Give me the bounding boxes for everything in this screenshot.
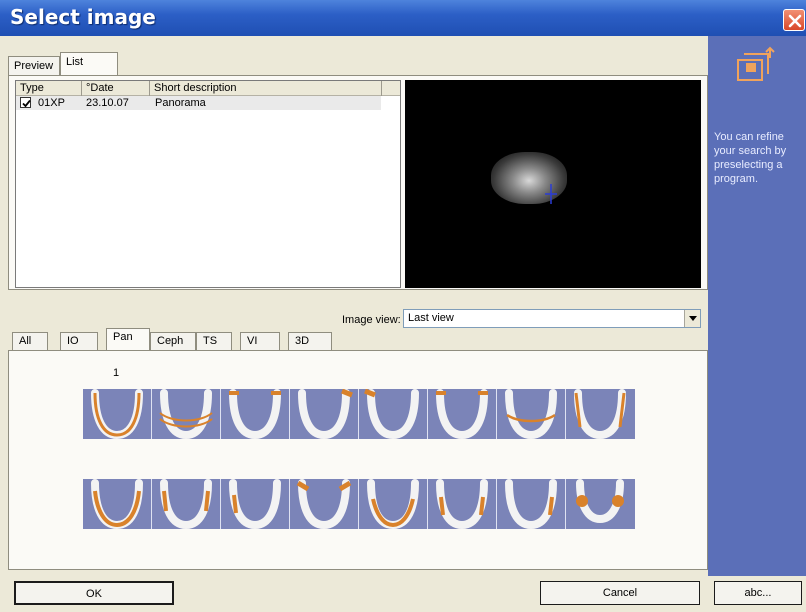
jaw-program-icon [91, 389, 143, 439]
tab-ceph[interactable]: Ceph [150, 332, 196, 350]
program-row-2 [83, 479, 635, 529]
jaw-program-icon [505, 479, 557, 529]
program-thumbnail[interactable] [359, 479, 428, 529]
image-view-value: Last view [408, 312, 454, 324]
cancel-button[interactable]: Cancel [540, 581, 700, 605]
program-thumbnail[interactable] [566, 389, 635, 439]
program-thumbnail[interactable] [566, 479, 635, 529]
close-icon [788, 14, 802, 28]
program-thumbnail[interactable] [290, 479, 359, 529]
image-list[interactable]: Type °Date Short description 01XP 23.10.… [15, 80, 401, 288]
column-type[interactable]: Type [16, 81, 82, 96]
program-panel: 1 [8, 350, 708, 570]
image-view-select[interactable]: Last view [403, 309, 701, 328]
jaw-program-icon [436, 389, 488, 439]
program-thumbnail[interactable] [290, 389, 359, 439]
check-icon [22, 99, 31, 108]
side-hint-text: You can refine your search by preselecti… [714, 131, 787, 185]
tab-io-label: IO [67, 335, 79, 347]
program-thumbnail[interactable] [152, 389, 221, 439]
program-thumbnail[interactable] [428, 389, 497, 439]
image-preview [405, 80, 701, 288]
crosshair-marker [545, 184, 557, 204]
list-header: Type °Date Short description [16, 81, 400, 96]
program-thumbnail[interactable] [83, 479, 152, 529]
jaw-program-icon [296, 479, 352, 529]
list-panel: Type °Date Short description 01XP 23.10.… [8, 75, 708, 290]
jaw-program-icon [159, 389, 213, 439]
button-bar: OK Cancel abc... [0, 576, 806, 612]
view-tabs: Preview List [8, 52, 128, 76]
tab-3d[interactable]: 3D [288, 332, 332, 350]
image-view-dropdown-button[interactable] [684, 310, 700, 327]
close-button[interactable] [783, 9, 805, 31]
cell-description: Panorama [155, 97, 206, 109]
program-thumbnail[interactable] [497, 479, 566, 529]
program-row-1 [83, 389, 635, 439]
jaw-program-icon [91, 479, 143, 529]
program-thumbnail[interactable] [497, 389, 566, 439]
jaw-program-icon [298, 389, 353, 439]
jaw-program-icon [229, 479, 281, 529]
tab-vi[interactable]: VI [240, 332, 280, 350]
image-view-label: Image view: [342, 314, 401, 326]
refine-search-icon [737, 46, 775, 81]
window-title: Select image [10, 5, 156, 29]
column-date[interactable]: °Date [82, 81, 150, 96]
cell-type: 01XP [38, 97, 65, 109]
tab-vi-label: VI [247, 335, 258, 347]
ok-button[interactable]: OK [14, 581, 174, 605]
side-panel: You can refine your search by preselecti… [708, 36, 806, 576]
jaw-program-icon [160, 479, 212, 529]
row-checkbox[interactable] [20, 97, 31, 108]
jaw-program-icon [505, 389, 557, 439]
list-row[interactable]: 01XP 23.10.07 Panorama [16, 96, 381, 110]
program-thumbnail[interactable] [83, 389, 152, 439]
tab-3d-label: 3D [295, 335, 310, 347]
tab-ts[interactable]: TS [196, 332, 232, 350]
tab-all-label: All [19, 335, 32, 347]
jaw-program-icon [367, 479, 419, 529]
tab-pan-label: Pan [113, 331, 133, 343]
tab-io[interactable]: IO [60, 332, 98, 350]
tab-list[interactable]: List [60, 52, 118, 75]
tab-list-label: List [66, 56, 84, 68]
tab-ceph-label: Ceph [157, 335, 184, 347]
program-thumbnail[interactable] [428, 479, 497, 529]
jaw-program-icon [436, 479, 488, 529]
chevron-down-icon [689, 316, 697, 321]
tab-pan[interactable]: Pan [106, 328, 150, 350]
column-description[interactable]: Short description [150, 81, 382, 96]
main-panel: Preview List Type °Date Short descriptio… [8, 44, 708, 570]
tab-preview-label: Preview [14, 60, 54, 72]
jaw-program-icon [229, 389, 281, 439]
jaw-program-icon [576, 479, 624, 524]
jaw-program-icon [364, 389, 419, 439]
program-thumbnail[interactable] [152, 479, 221, 529]
program-thumbnail[interactable] [359, 389, 428, 439]
program-thumbnail[interactable] [221, 389, 290, 439]
title-bar: Select image [0, 0, 806, 36]
jaw-program-icon [574, 389, 626, 439]
program-thumbnail[interactable] [221, 479, 290, 529]
tab-ts-label: TS [203, 335, 218, 347]
tab-all[interactable]: All [12, 332, 48, 350]
abc-button[interactable]: abc... [714, 581, 802, 605]
tab-preview[interactable]: Preview [8, 56, 60, 76]
program-group-number: 1 [113, 367, 120, 379]
cell-date: 23.10.07 [86, 97, 129, 109]
